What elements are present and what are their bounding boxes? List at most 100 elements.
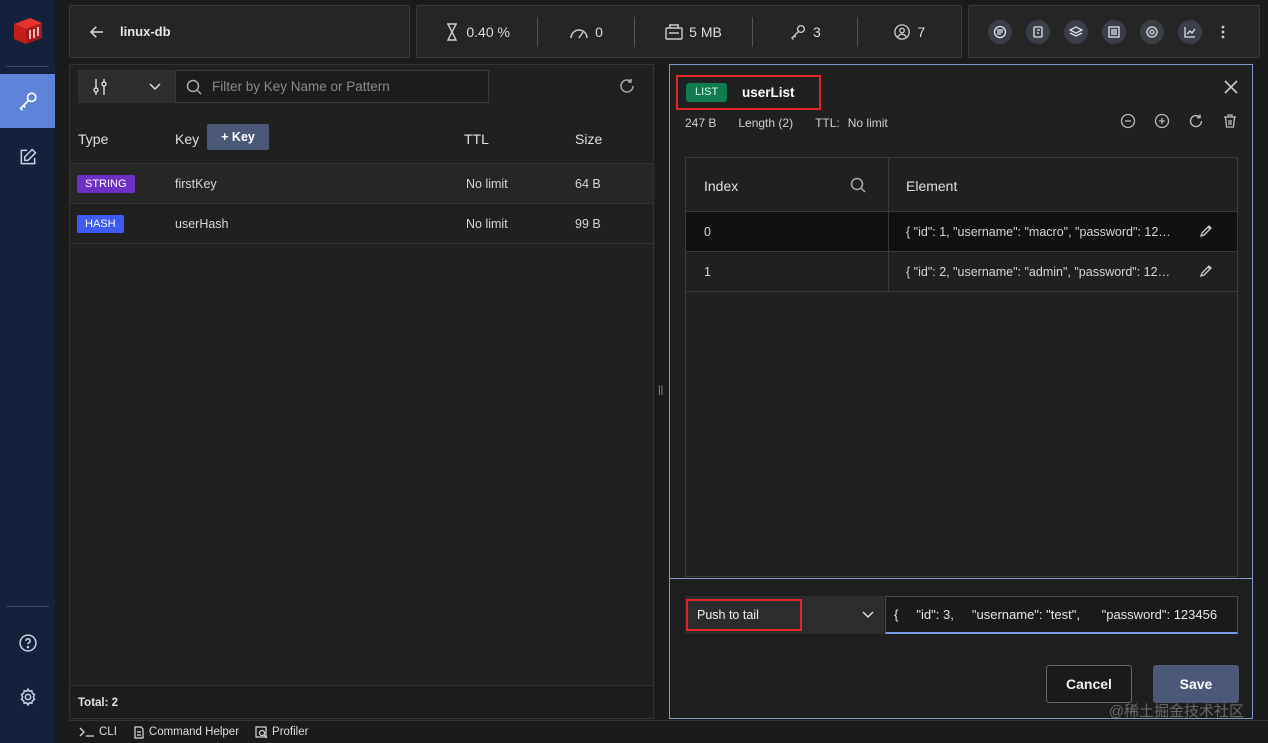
index-column-header: Index bbox=[704, 178, 739, 194]
gear-icon bbox=[20, 687, 35, 707]
edit-pencil-icon[interactable] bbox=[1199, 264, 1213, 278]
type-badge: STRING bbox=[77, 175, 135, 193]
key-size: 99 B bbox=[575, 217, 601, 231]
list-type-badge: LIST bbox=[686, 83, 728, 102]
key-size: 247 B bbox=[685, 116, 717, 130]
cluster-icon[interactable] bbox=[1102, 19, 1126, 44]
add-key-button[interactable]: + Key bbox=[207, 124, 269, 150]
connection-name: linux-db bbox=[120, 24, 171, 39]
refresh-icon[interactable] bbox=[1188, 113, 1204, 129]
key-meta: 247 B Length (2) TTL: No limit bbox=[685, 116, 888, 130]
size-column-header: Size bbox=[575, 131, 603, 147]
key-header-highlight: LIST userList bbox=[676, 75, 821, 110]
keys-table-header: Type Key + Key TTL Size bbox=[70, 110, 653, 164]
key-title[interactable]: userList bbox=[742, 85, 795, 100]
memory-stat: 5 MB bbox=[635, 6, 752, 57]
more-menu-icon[interactable] bbox=[1218, 20, 1228, 44]
key-actions bbox=[1120, 113, 1238, 129]
filter-bar bbox=[78, 70, 489, 103]
table-row[interactable]: HASH userHash No limit 99 B bbox=[70, 204, 653, 244]
nav-separator bbox=[6, 66, 49, 67]
command-helper-label: Command Helper bbox=[148, 726, 240, 738]
slowlog-icon[interactable] bbox=[988, 19, 1012, 44]
terminal-icon bbox=[79, 727, 94, 737]
type-column-header: Type bbox=[78, 131, 109, 147]
panel-resize-handle[interactable]: || bbox=[658, 385, 664, 399]
key-list-footer: Total: 2 bbox=[70, 685, 653, 718]
command-helper-button[interactable]: Command Helper bbox=[133, 725, 240, 739]
add-element-icon[interactable] bbox=[1154, 113, 1170, 129]
trash-icon[interactable] bbox=[1222, 113, 1238, 129]
user-icon bbox=[894, 23, 911, 40]
edit-square-icon bbox=[20, 148, 37, 165]
table-row[interactable]: 0 { "id": 1, "username": "macro", "passw… bbox=[686, 212, 1237, 252]
cli-button[interactable]: CLI bbox=[79, 726, 117, 738]
type-badge: HASH bbox=[77, 215, 124, 233]
table-row[interactable]: STRING firstKey No limit 64 B bbox=[70, 164, 653, 204]
cli-label: CLI bbox=[99, 726, 117, 738]
nav-separator-bottom bbox=[6, 606, 49, 607]
edit-pencil-icon[interactable] bbox=[1199, 224, 1213, 238]
search-icon[interactable] bbox=[850, 177, 866, 193]
chevron-down-icon bbox=[149, 82, 161, 90]
back-arrow-icon[interactable] bbox=[88, 23, 106, 41]
nav-workbench-button[interactable] bbox=[0, 130, 55, 184]
watermark: @稀土掘金技术社区 bbox=[1108, 703, 1244, 720]
key-ttl[interactable]: TTL: No limit bbox=[815, 116, 888, 130]
stats-bar: 0.40 % 0 5 MB 3 7 bbox=[416, 5, 962, 58]
table-row[interactable]: 1 { "id": 2, "username": "admin", "passw… bbox=[686, 252, 1237, 292]
filter-input[interactable] bbox=[212, 79, 472, 94]
push-direction-highlight bbox=[686, 599, 802, 631]
cpu-stat: 0.40 % bbox=[417, 6, 537, 57]
document-icon bbox=[134, 725, 144, 739]
key-icon bbox=[18, 92, 37, 111]
key-type-filter[interactable] bbox=[78, 70, 175, 103]
ttl-value: No limit bbox=[847, 116, 888, 130]
key-icon bbox=[791, 24, 806, 40]
settings-tool-icon[interactable] bbox=[1140, 19, 1164, 44]
element-index: 1 bbox=[704, 265, 711, 279]
refresh-icon[interactable] bbox=[619, 78, 635, 94]
save-button[interactable]: Save bbox=[1153, 665, 1239, 703]
element-value-input[interactable] bbox=[885, 596, 1238, 634]
element-value: { "id": 2, "username": "admin", "passwor… bbox=[906, 265, 1176, 279]
element-column-header: Element bbox=[906, 178, 958, 194]
keys-stat: 3 bbox=[753, 6, 856, 57]
add-element-form: Push to tail Cancel Save bbox=[670, 578, 1252, 718]
key-ttl: No limit bbox=[466, 177, 508, 191]
left-nav bbox=[0, 0, 55, 743]
key-size: 64 B bbox=[575, 177, 601, 191]
search-icon bbox=[186, 79, 202, 95]
ttl-column-header: TTL bbox=[464, 131, 489, 147]
column-separator bbox=[888, 212, 889, 251]
ops-stat: 0 bbox=[538, 6, 633, 57]
connection-header: linux-db bbox=[69, 5, 410, 58]
ttl-label: TTL: bbox=[815, 116, 840, 130]
analytics-icon[interactable] bbox=[1178, 19, 1202, 44]
key-list-panel: Type Key + Key TTL Size STRING firstKey … bbox=[69, 64, 654, 719]
key-column-header: Key bbox=[175, 131, 200, 147]
nav-settings-button[interactable] bbox=[0, 670, 55, 724]
tools-bar bbox=[968, 5, 1260, 58]
clients-stat: 7 bbox=[858, 6, 961, 57]
redis-logo-icon bbox=[10, 14, 46, 48]
memory-icon bbox=[665, 23, 683, 40]
key-name: userHash bbox=[175, 217, 229, 231]
elements-table: Index Element 0 { "id": 1, "username": "… bbox=[685, 157, 1238, 577]
profiler-label: Profiler bbox=[272, 726, 309, 738]
cancel-button[interactable]: Cancel bbox=[1046, 665, 1132, 703]
nav-help-button[interactable] bbox=[0, 616, 55, 670]
key-length: Length (2) bbox=[738, 116, 794, 130]
nav-browser-button[interactable] bbox=[0, 74, 55, 128]
pubsub-icon[interactable] bbox=[1026, 19, 1050, 44]
column-separator bbox=[888, 252, 889, 291]
help-icon bbox=[18, 634, 37, 652]
element-value: { "id": 1, "username": "macro", "passwor… bbox=[906, 225, 1176, 239]
remove-element-icon[interactable] bbox=[1120, 113, 1136, 129]
close-icon[interactable] bbox=[1224, 80, 1238, 94]
profiler-icon bbox=[255, 725, 268, 738]
filter-field[interactable] bbox=[175, 70, 489, 103]
key-name: firstKey bbox=[175, 177, 217, 191]
profiler-button[interactable]: Profiler bbox=[255, 725, 309, 739]
layers-icon[interactable] bbox=[1064, 19, 1088, 44]
